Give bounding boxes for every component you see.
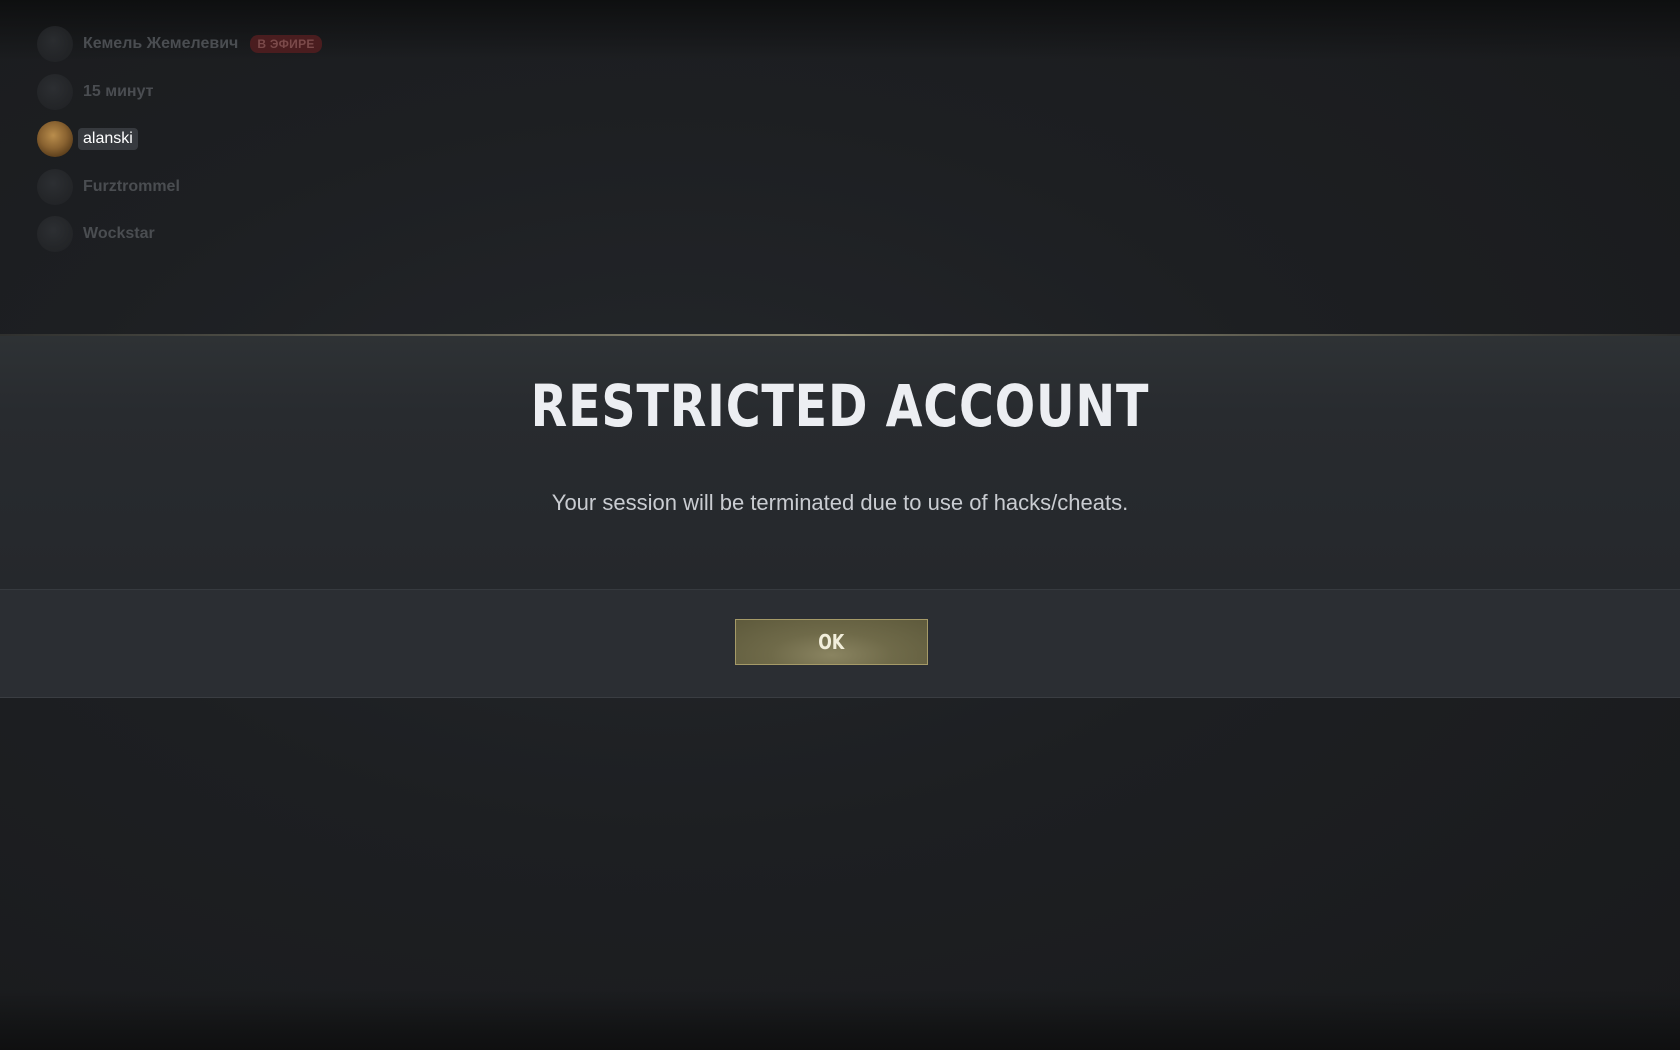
voice-member: Furztrommel	[37, 168, 397, 205]
avatar	[37, 216, 73, 252]
member-name: Wockstar	[83, 225, 155, 242]
member-name: alanski	[78, 128, 138, 150]
ok-button[interactable]: OK	[735, 619, 928, 665]
dialog-title: RESTRICTED ACCOUNT	[530, 372, 1150, 440]
dialog-message: Your session will be terminated due to u…	[551, 490, 1129, 515]
bottom-shade	[0, 990, 1680, 1050]
avatar	[37, 168, 73, 205]
voice-member-speaking: alanski	[37, 121, 397, 157]
member-name: 15 минут	[83, 82, 154, 100]
avatar	[37, 26, 73, 62]
voice-member: 15 минут	[37, 73, 397, 110]
member-name: Кемель Жемелевич	[83, 35, 239, 52]
member-name: Furztrommel	[83, 177, 180, 195]
voice-overlay-list: Кемель Жемелевич В ЭФИРЕ 15 минут alansk…	[37, 26, 397, 264]
ok-button-label: OK	[818, 630, 845, 654]
game-screen: Кемель Жемелевич В ЭФИРЕ 15 минут alansk…	[0, 0, 1680, 1050]
voice-member: Кемель Жемелевич В ЭФИРЕ	[37, 26, 397, 62]
avatar	[37, 73, 73, 110]
restricted-account-dialog: RESTRICTED ACCOUNT Your session will be …	[0, 334, 1680, 698]
dialog-footer: OK	[0, 589, 1680, 698]
voice-member: Wockstar	[37, 216, 397, 252]
avatar	[37, 121, 73, 157]
dialog-body: RESTRICTED ACCOUNT Your session will be …	[0, 336, 1680, 589]
live-badge: В ЭФИРЕ	[250, 35, 322, 53]
